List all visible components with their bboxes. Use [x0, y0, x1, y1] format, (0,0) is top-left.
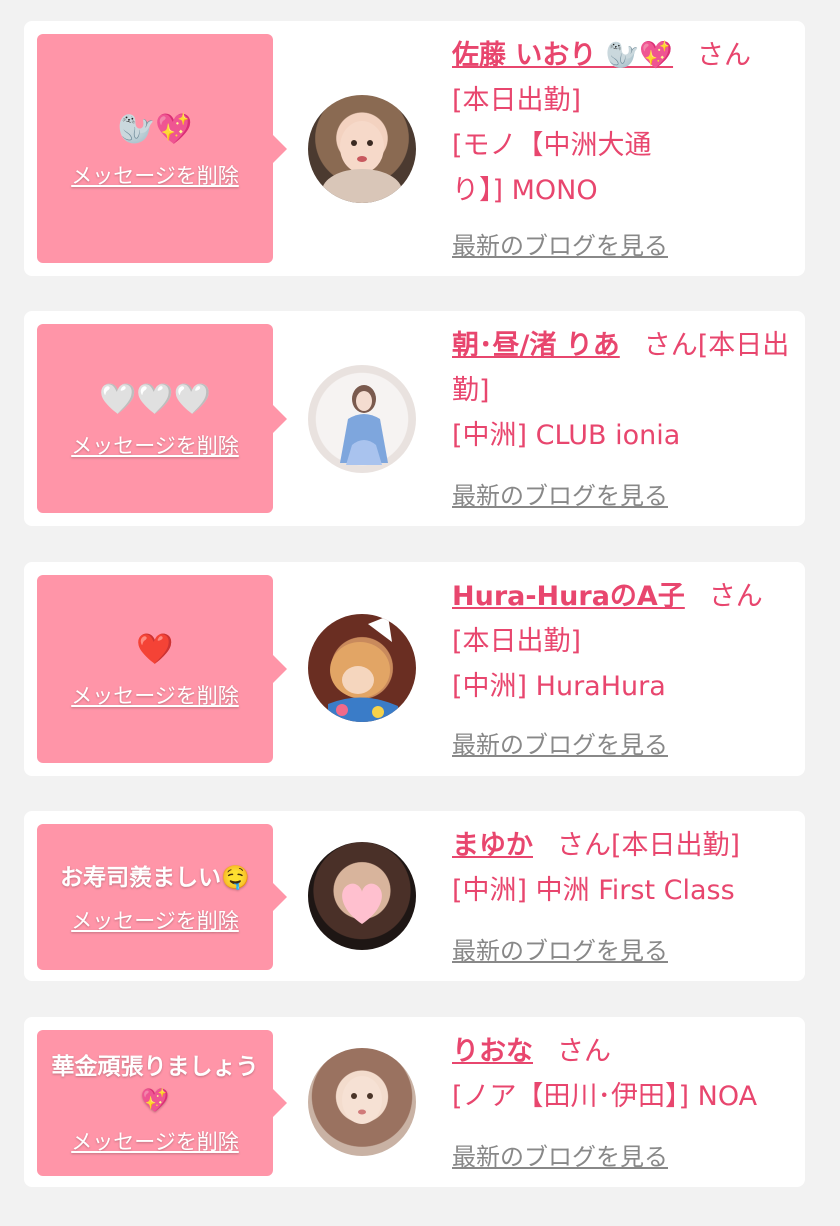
girl-name-link[interactable]: 佐藤 いおり 🦭💖	[452, 40, 673, 71]
girl-info: 佐藤 いおり 🦭💖 さん [本日出勤] [モノ【中洲大通り】] MONO	[452, 33, 797, 213]
latest-blog-link[interactable]: 最新のブログを見る	[452, 476, 668, 511]
shop-name: [モノ【中洲大通り】] MONO	[452, 130, 652, 206]
girl-name-link[interactable]: 朝･昼/渚 りあ	[452, 330, 620, 361]
avatar[interactable]	[308, 842, 416, 950]
message-card: ❤️ メッセージを削除 Hura-HuraのA子 さん [本日出勤] [中洲] H…	[24, 562, 805, 776]
message-text: ❤️	[136, 632, 174, 667]
latest-blog-link[interactable]: 最新のブログを見る	[452, 725, 668, 760]
message-bubble: お寿司羨ましい🤤 メッセージを削除	[37, 824, 287, 970]
shop-name: [ノア【田川･伊田】] NOA	[452, 1081, 758, 1112]
delete-message-link[interactable]: メッセージを削除	[71, 160, 239, 190]
work-status: [本日出勤]	[452, 626, 582, 657]
girl-name-link[interactable]: Hura-HuraのA子	[452, 581, 685, 612]
girl-name-link[interactable]: まゆか	[452, 830, 533, 861]
message-bubble: 華金頑張りましょう💖 メッセージを削除	[37, 1030, 287, 1176]
avatar-photo-icon	[342, 883, 382, 924]
message-text: 🦭💖	[117, 111, 193, 147]
message-text: 華金頑張りましょう💖	[51, 1054, 259, 1114]
avatar-photo-icon	[342, 1076, 382, 1124]
message-card: 🤍🤍🤍 メッセージを削除 朝･昼/渚 りあ さん[本日出勤] [中洲] CLUB …	[24, 311, 805, 526]
avatar[interactable]	[308, 614, 416, 722]
delete-message-link[interactable]: メッセージを削除	[71, 905, 239, 935]
girl-info: Hura-HuraのA子 さん [本日出勤] [中洲] HuraHura	[452, 574, 797, 709]
message-card: お寿司羨ましい🤤 メッセージを削除 まゆか さん[本日出勤] [中洲] 中洲 Fi…	[24, 811, 805, 981]
message-text: 🤍🤍🤍	[98, 381, 212, 417]
message-bubble: 🦭💖 メッセージを削除	[37, 34, 287, 263]
message-bubble: ❤️ メッセージを削除	[37, 575, 287, 763]
work-status: [本日出勤]	[611, 830, 741, 861]
message-text: お寿司羨ましい🤤	[60, 865, 250, 891]
message-bubble: 🤍🤍🤍 メッセージを削除	[37, 324, 287, 513]
latest-blog-link[interactable]: 最新のブログを見る	[452, 931, 668, 966]
message-card: 🦭💖 メッセージを削除 佐藤 いおり 🦭💖 さん [本日出勤] [モノ【中洲大通り…	[24, 21, 805, 276]
delete-message-link[interactable]: メッセージを削除	[71, 680, 239, 710]
honorific: さん	[643, 330, 698, 361]
honorific: さん	[697, 40, 752, 71]
avatar[interactable]	[308, 95, 416, 203]
girl-info: りおな さん [ノア【田川･伊田】] NOA	[452, 1029, 802, 1119]
delete-message-link[interactable]: メッセージを削除	[71, 430, 239, 460]
avatar-photo-icon	[340, 385, 388, 465]
message-card: 華金頑張りましょう💖 メッセージを削除 りおな さん [ノア【田川･伊田】] NO…	[24, 1017, 805, 1187]
work-status: [本日出勤]	[452, 85, 582, 116]
avatar-photo-icon	[328, 616, 398, 722]
girl-info: まゆか さん[本日出勤] [中洲] 中洲 First Class	[452, 823, 797, 913]
girl-info: 朝･昼/渚 りあ さん[本日出勤] [中洲] CLUB ionia	[452, 323, 797, 458]
avatar[interactable]	[308, 365, 416, 473]
avatar-photo-icon	[322, 121, 402, 203]
honorific: さん	[557, 830, 611, 861]
avatar[interactable]	[308, 1048, 416, 1156]
honorific: さん	[557, 1036, 611, 1067]
shop-name: [中洲] 中洲 First Class	[452, 875, 735, 906]
latest-blog-link[interactable]: 最新のブログを見る	[452, 1137, 668, 1172]
girl-name-link[interactable]: りおな	[452, 1036, 533, 1067]
latest-blog-link[interactable]: 最新のブログを見る	[452, 226, 668, 261]
honorific: さん	[708, 581, 763, 612]
shop-name: [中洲] CLUB ionia	[452, 420, 681, 451]
delete-message-link[interactable]: メッセージを削除	[71, 1126, 239, 1156]
shop-name: [中洲] HuraHura	[452, 671, 666, 702]
